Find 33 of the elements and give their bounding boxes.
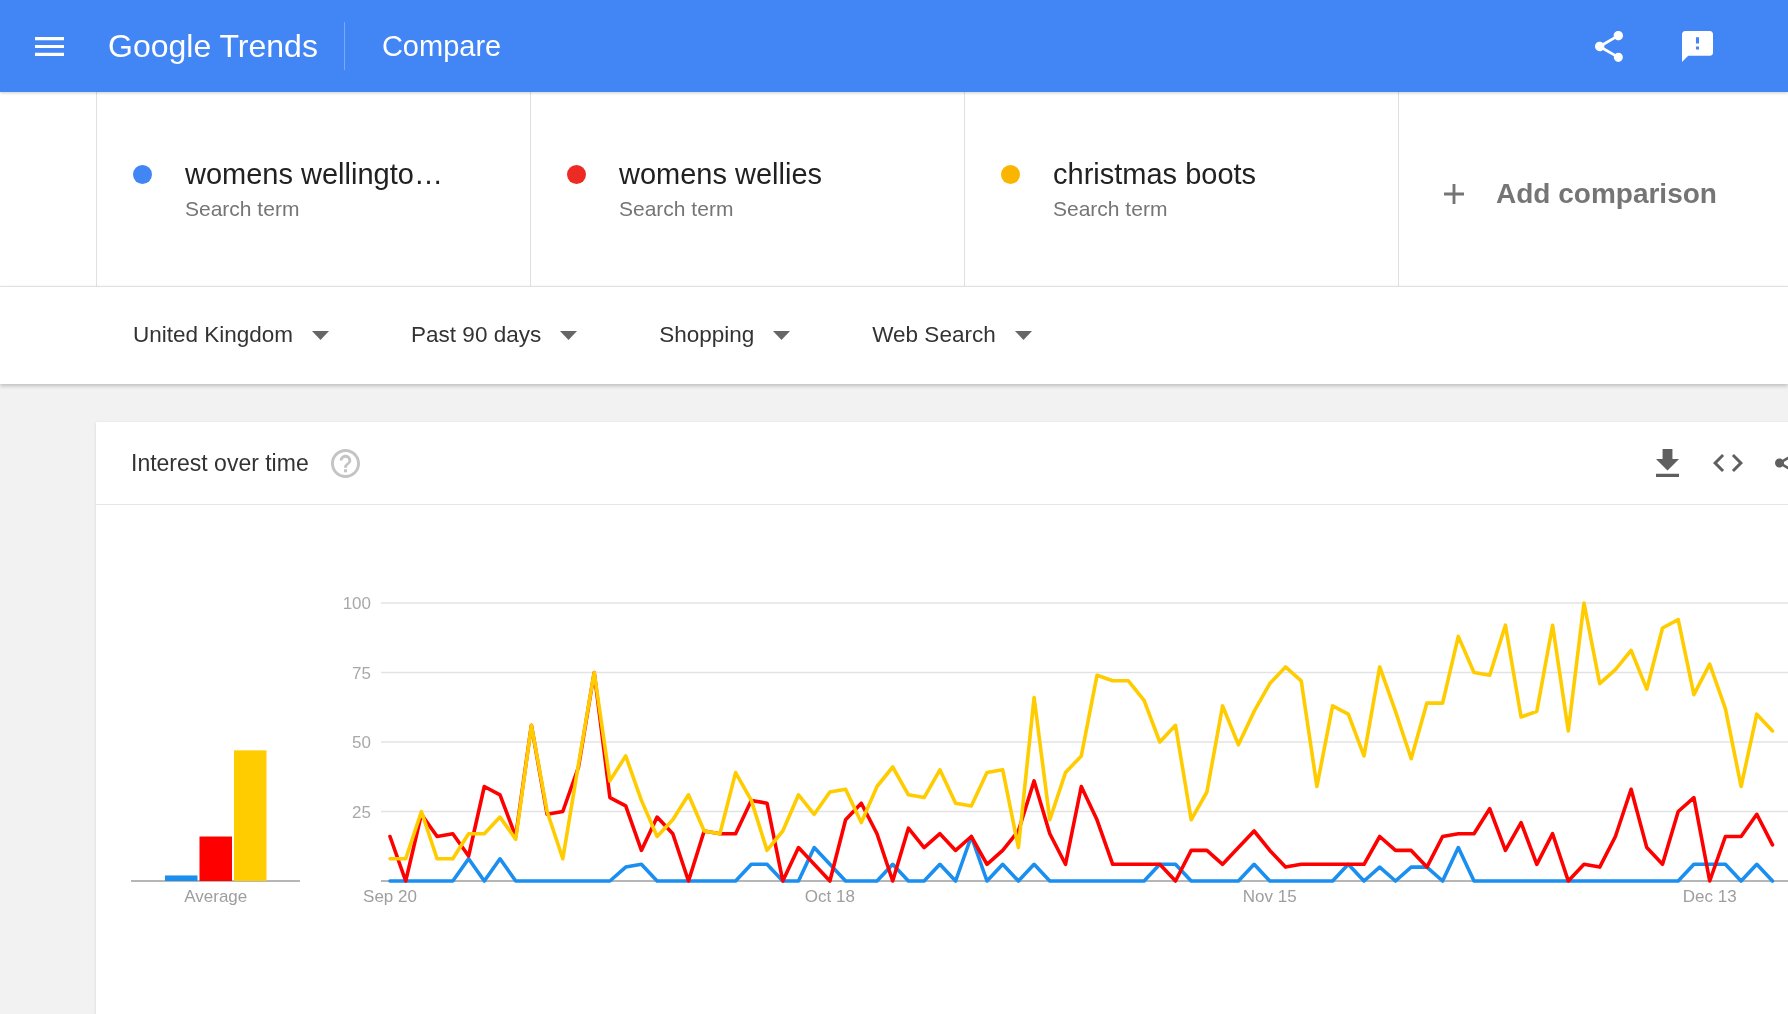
x-axis-label: Nov 15 <box>1242 887 1297 906</box>
term-type-label: Search term <box>1053 196 1169 222</box>
term-type-label: Search term <box>619 196 735 222</box>
logo[interactable]: Google Trends <box>108 30 318 62</box>
card-title: Interest over time <box>131 448 309 478</box>
x-axis-label: Sep 20 <box>363 887 417 906</box>
x-axis-label: Dec 13 <box>1682 887 1737 906</box>
search-term: womens wellies <box>619 157 823 192</box>
plus-icon <box>1444 184 1464 204</box>
caret-icon <box>1014 331 1032 340</box>
caret-icon <box>773 331 791 340</box>
filter-dropdown[interactable]: United Kingdom <box>133 324 330 347</box>
caret-icon <box>560 331 578 340</box>
share-icon[interactable] <box>1595 30 1623 62</box>
y-axis-label: 25 <box>352 802 371 822</box>
caret-icon <box>312 331 330 340</box>
search-term: christmas boots <box>1053 157 1257 192</box>
term-type-label: Search term <box>185 196 301 222</box>
y-axis-label: 50 <box>352 733 371 752</box>
x-axis-label: Oct 18 <box>804 887 855 906</box>
add-comparison-button[interactable]: Add comparison <box>1444 180 1717 208</box>
embed-code-icon[interactable] <box>1713 454 1743 472</box>
search-term: womens wellingto… <box>185 157 443 192</box>
y-axis-label: 75 <box>352 663 371 683</box>
y-axis-label: 100 <box>342 594 371 613</box>
category-label: Average <box>184 887 248 906</box>
download-icon[interactable] <box>1656 449 1679 477</box>
filter-dropdown[interactable]: Web Search <box>872 324 1032 347</box>
filter-dropdown[interactable]: Past 90 days <box>411 324 578 347</box>
feedback-icon[interactable] <box>1682 30 1713 62</box>
page-title: Compare <box>381 31 502 61</box>
filter-dropdown[interactable]: Shopping <box>659 324 791 347</box>
menu-icon[interactable] <box>35 36 64 56</box>
